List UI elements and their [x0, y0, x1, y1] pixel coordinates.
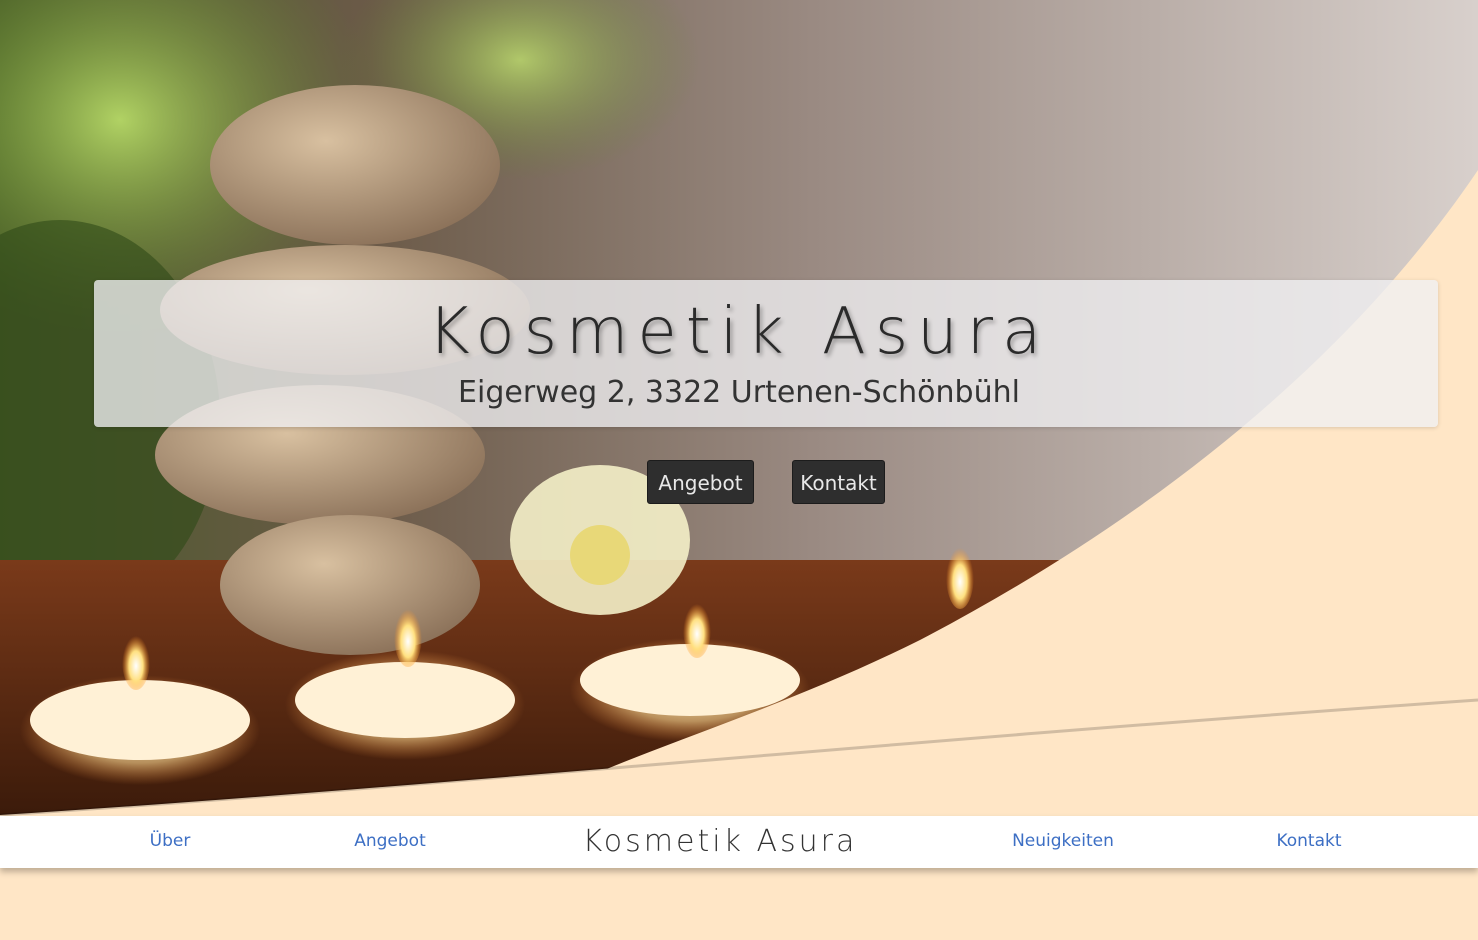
address-text: Eigerweg 2, 3322 Urtenen-Schönbühl — [458, 375, 1020, 410]
nav-item-angebot[interactable]: Angebot — [340, 816, 440, 868]
site-title: Kosmetik Asura — [427, 295, 1051, 369]
nav-brand-logo[interactable]: Kosmetik Asura — [560, 816, 880, 868]
nav-item-neuigkeiten[interactable]: Neuigkeiten — [1003, 816, 1123, 868]
page: Kosmetik Asura Eigerweg 2, 3322 Urtenen-… — [0, 0, 1478, 940]
angebot-button[interactable]: Angebot — [647, 460, 754, 504]
nav-item-kontakt[interactable]: Kontakt — [1264, 816, 1354, 868]
kontakt-button[interactable]: Kontakt — [792, 460, 885, 504]
nav-bar: Über Angebot Kosmetik Asura Neuigkeiten … — [0, 816, 1478, 868]
nav-item-ueber[interactable]: Über — [130, 816, 210, 868]
